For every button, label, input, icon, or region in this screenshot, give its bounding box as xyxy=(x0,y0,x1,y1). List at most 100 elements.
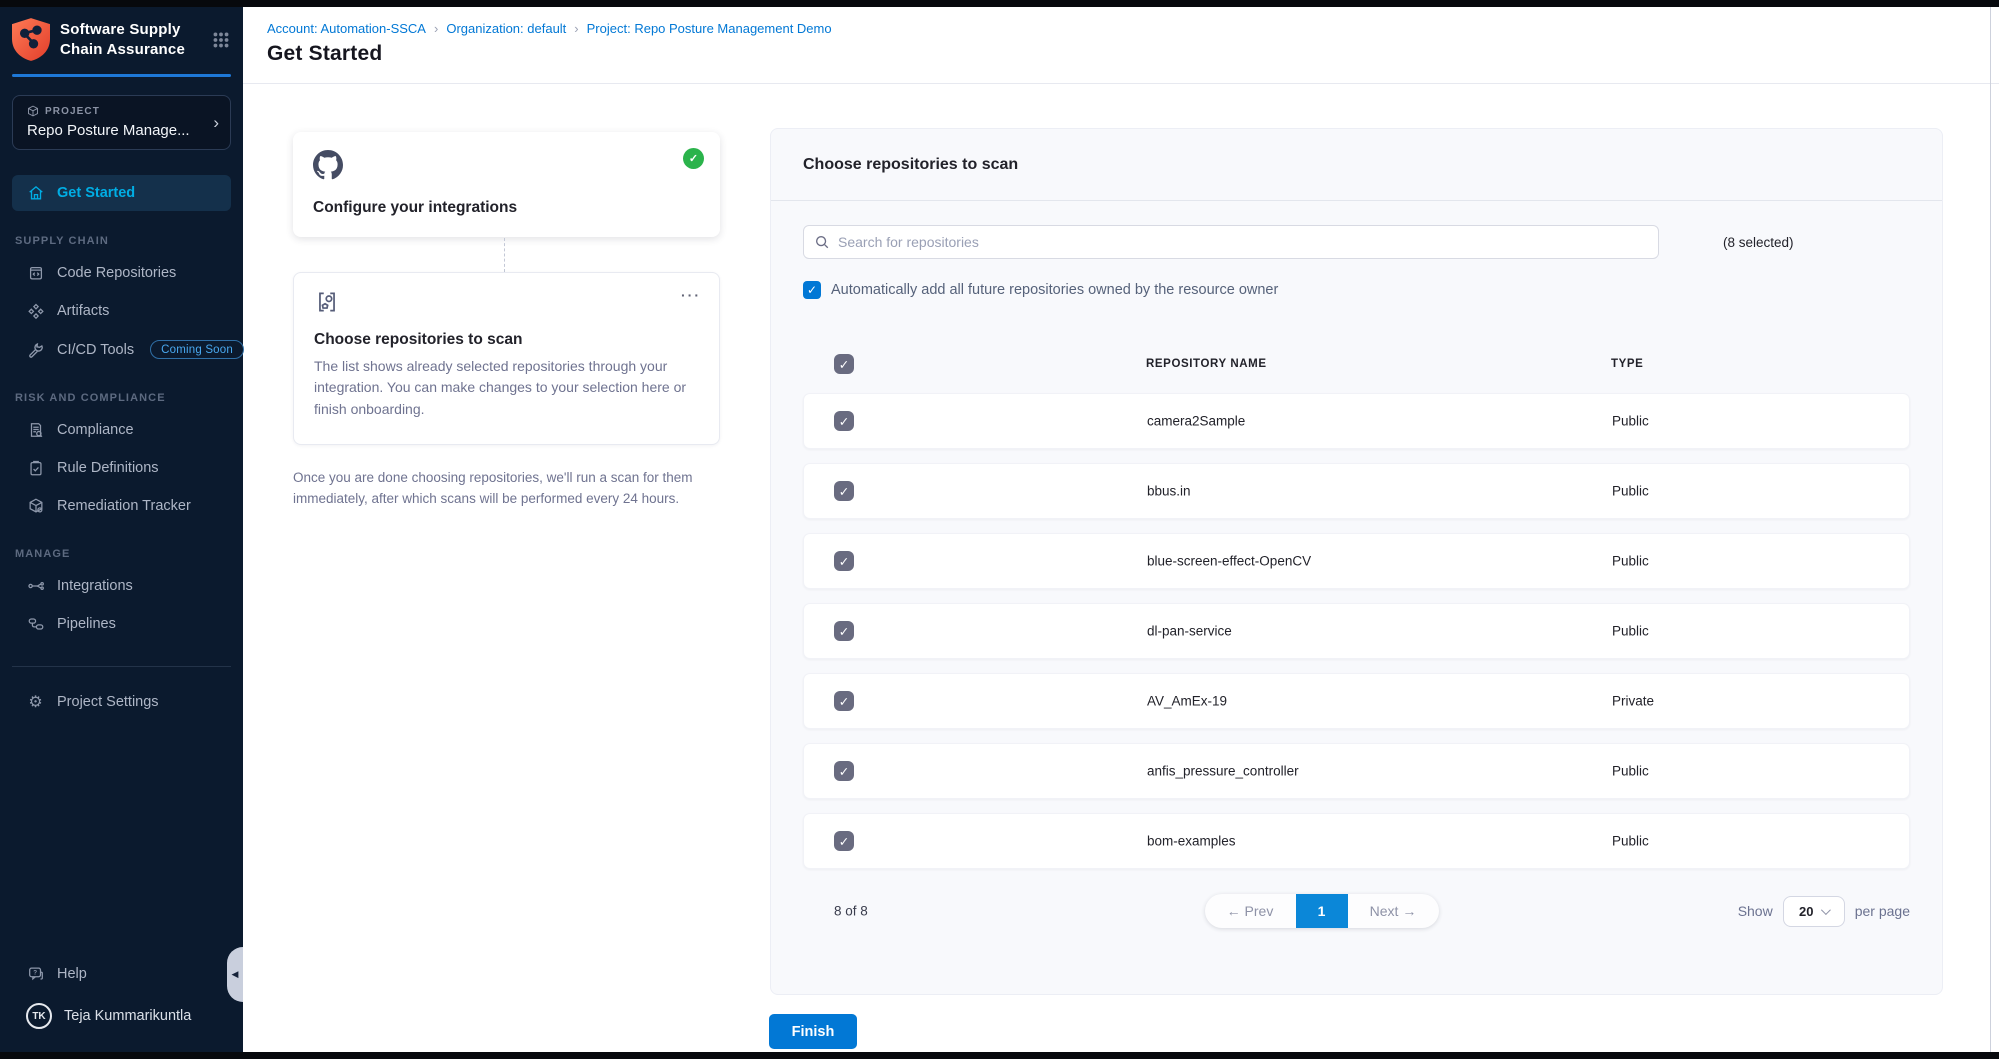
main-region: ✓ Configure your integrations ··· Choose… xyxy=(243,84,1999,1052)
sidebar-item-cicd-tools[interactable]: CI/CD Tools Coming Soon xyxy=(12,331,231,368)
project-selector[interactable]: PROJECT Repo Posture Manage... › xyxy=(12,95,231,150)
code-repositories-icon xyxy=(26,264,45,282)
sidebar-item-integrations[interactable]: Integrations xyxy=(12,568,231,604)
breadcrumb-separator-icon: › xyxy=(566,21,586,36)
section-label-manage: MANAGE xyxy=(15,548,231,560)
row-checkbox[interactable]: ✓ xyxy=(834,761,854,781)
repository-type: Public xyxy=(1612,554,1649,569)
sidebar-item-rule-definitions[interactable]: Rule Definitions xyxy=(12,450,231,486)
step-title: Configure your integrations xyxy=(313,199,517,217)
breadcrumb-organization[interactable]: Organization: default xyxy=(446,21,566,36)
repository-search[interactable] xyxy=(803,225,1659,259)
sidebar: Software Supply Chain Assurance xyxy=(0,7,243,1052)
page-title: Get Started xyxy=(267,42,1999,66)
breadcrumb-separator-icon: › xyxy=(426,21,446,36)
row-checkbox[interactable]: ✓ xyxy=(834,411,854,431)
sidebar-item-project-settings[interactable]: ⚙ Project Settings xyxy=(12,683,231,721)
sidebar-item-remediation-tracker[interactable]: Remediation Tracker xyxy=(12,488,231,524)
wrench-icon xyxy=(26,341,45,359)
sidebar-item-label: Integrations xyxy=(57,578,133,594)
project-label: PROJECT xyxy=(45,106,100,117)
breadcrumb-project[interactable]: Project: Repo Posture Management Demo xyxy=(587,21,832,36)
page-size-value: 20 xyxy=(1799,904,1813,919)
table-row[interactable]: ✓ camera2Sample Public xyxy=(803,393,1910,449)
avatar: TK xyxy=(26,1003,52,1029)
row-checkbox[interactable]: ✓ xyxy=(834,621,854,641)
repository-type: Private xyxy=(1612,694,1654,709)
sidebar-item-label: CI/CD Tools xyxy=(57,342,134,358)
auto-add-label: Automatically add all future repositorie… xyxy=(831,282,1278,298)
sidebar-item-label: Compliance xyxy=(57,422,134,438)
repository-type: Public xyxy=(1612,624,1649,639)
module-grid-icon[interactable] xyxy=(211,30,231,50)
page-size-select[interactable]: 20 xyxy=(1783,896,1845,927)
prev-page-button[interactable]: ← Prev xyxy=(1205,903,1296,919)
next-page-button[interactable]: Next → xyxy=(1348,903,1439,919)
row-count: 8 of 8 xyxy=(834,904,868,919)
breadcrumb-account[interactable]: Account: Automation-SSCA xyxy=(267,21,426,36)
repository-name: dl-pan-service xyxy=(1147,624,1232,639)
panel-title: Choose repositories to scan xyxy=(803,156,1018,174)
pagination: 8 of 8 ← Prev 1 Next → Show 20 per page xyxy=(803,893,1910,929)
show-label: Show xyxy=(1738,903,1773,919)
row-checkbox[interactable]: ✓ xyxy=(834,481,854,501)
sidebar-item-label: Rule Definitions xyxy=(57,460,159,476)
user-profile[interactable]: TK Teja Kummarikuntla xyxy=(12,994,231,1038)
repository-type: Public xyxy=(1612,834,1649,849)
project-name: Repo Posture Manage... xyxy=(27,122,200,139)
sidebar-item-label: Remediation Tracker xyxy=(57,498,191,514)
pipelines-icon xyxy=(26,615,45,633)
search-icon xyxy=(814,234,830,250)
sidebar-item-label: Artifacts xyxy=(57,303,109,319)
repository-name: blue-screen-effect-OpenCV xyxy=(1147,554,1311,569)
row-checkbox[interactable]: ✓ xyxy=(834,831,854,851)
app-title: Software Supply Chain Assurance xyxy=(60,20,201,59)
sidebar-item-get-started[interactable]: Get Started xyxy=(12,175,231,211)
select-all-checkbox[interactable]: ✓ xyxy=(834,354,854,374)
step-description: The list shows already selected reposito… xyxy=(314,356,699,420)
column-header-repository-name: REPOSITORY NAME xyxy=(1146,358,1267,370)
sidebar-item-code-repositories[interactable]: Code Repositories xyxy=(12,255,231,291)
breadcrumb: Account: Automation-SSCA › Organization:… xyxy=(267,21,1999,36)
content-area: Account: Automation-SSCA › Organization:… xyxy=(243,7,1999,1052)
table-header: ✓ REPOSITORY NAME TYPE xyxy=(803,335,1910,393)
table-row[interactable]: ✓ dl-pan-service Public xyxy=(803,603,1910,659)
row-checkbox[interactable]: ✓ xyxy=(834,691,854,711)
sidebar-divider xyxy=(12,666,231,667)
table-row[interactable]: ✓ bom-examples Public xyxy=(803,813,1910,869)
repository-name: camera2Sample xyxy=(1147,414,1245,429)
section-label-risk-compliance: RISK AND COMPLIANCE xyxy=(15,392,231,404)
table-row[interactable]: ✓ blue-screen-effect-OpenCV Public xyxy=(803,533,1910,589)
home-icon xyxy=(26,184,45,202)
sidebar-item-artifacts[interactable]: Artifacts xyxy=(12,293,231,329)
chevron-down-icon xyxy=(1821,905,1831,915)
table-row[interactable]: ✓ bbus.in Public xyxy=(803,463,1910,519)
repositories-panel: Choose repositories to scan (8 selected) xyxy=(770,128,1943,995)
auto-add-checkbox[interactable]: ✓ xyxy=(803,281,821,299)
search-input[interactable] xyxy=(838,234,1648,250)
row-checkbox[interactable]: ✓ xyxy=(834,551,854,571)
repository-type: Public xyxy=(1612,484,1649,499)
svg-text:?: ? xyxy=(33,970,37,977)
sidebar-item-pipelines[interactable]: Pipelines xyxy=(12,606,231,642)
finish-button[interactable]: Finish xyxy=(769,1014,857,1049)
table-row[interactable]: ✓ anfis_pressure_controller Public xyxy=(803,743,1910,799)
table-row[interactable]: ✓ AV_AmEx-19 Private xyxy=(803,673,1910,729)
sidebar-item-label: Pipelines xyxy=(57,616,116,632)
sidebar-item-label: Project Settings xyxy=(57,694,159,710)
step-complete-check-icon: ✓ xyxy=(683,148,704,169)
step-card-choose-repositories[interactable]: ··· Choose repositories to scan The list… xyxy=(293,272,720,445)
page-1-button[interactable]: 1 xyxy=(1296,894,1348,928)
card-menu-ellipsis-icon[interactable]: ··· xyxy=(681,287,701,303)
sidebar-item-compliance[interactable]: Compliance xyxy=(12,412,231,448)
window-top-edge xyxy=(0,0,1999,7)
window-right-edge xyxy=(1990,7,1991,1052)
auto-add-row[interactable]: ✓ Automatically add all future repositor… xyxy=(803,281,1910,299)
coming-soon-badge: Coming Soon xyxy=(150,340,244,359)
selected-count: (8 selected) xyxy=(1723,235,1794,250)
sidebar-item-help[interactable]: ? Help xyxy=(12,956,231,992)
sidebar-collapse-handle[interactable]: ◀ xyxy=(227,947,243,1002)
step-card-configure-integrations[interactable]: ✓ Configure your integrations xyxy=(293,132,720,237)
collapse-arrow-icon: ◀ xyxy=(232,969,239,980)
window-bottom-edge xyxy=(0,1052,1999,1059)
